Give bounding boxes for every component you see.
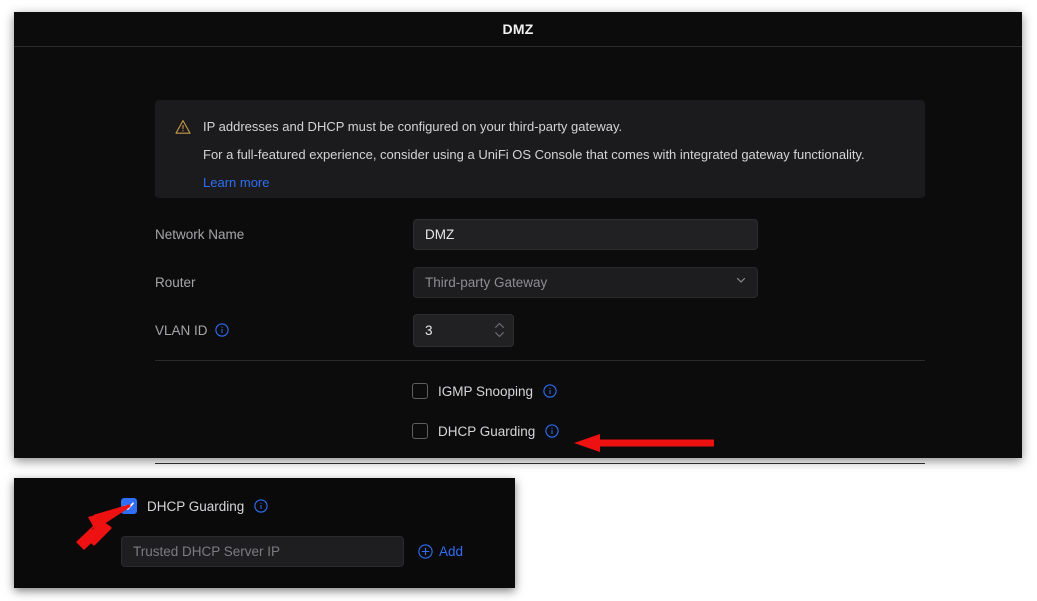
- chevron-down-icon: [495, 332, 504, 338]
- panel-header: DMZ: [14, 12, 1022, 47]
- inset-dhcp-guarding-label: DHCP Guarding: [147, 498, 245, 514]
- router-row: Router Third-party Gateway: [155, 266, 925, 298]
- dhcp-guarding-label: DHCP Guarding: [438, 423, 536, 439]
- dhcp-guarding-expanded-inset: DHCP Guarding Add: [14, 478, 515, 588]
- network-name-row: Network Name: [155, 218, 925, 250]
- section-divider-top: [155, 360, 925, 361]
- vlan-id-value: 3: [425, 322, 433, 338]
- dhcp-guarding-checkbox[interactable]: [412, 423, 428, 439]
- warning-line-2: For a full-featured experience, consider…: [203, 147, 865, 162]
- add-button-label: Add: [439, 544, 464, 559]
- igmp-snooping-label: IGMP Snooping: [438, 383, 534, 399]
- annotation-arrow-icon: [574, 432, 714, 454]
- section-divider-bottom: [155, 463, 925, 464]
- inset-dhcp-guarding-row[interactable]: DHCP Guarding: [121, 498, 268, 514]
- router-selected-value: Third-party Gateway: [425, 274, 548, 290]
- router-select[interactable]: Third-party Gateway: [413, 266, 758, 298]
- igmp-snooping-checkbox[interactable]: [412, 383, 428, 399]
- chevron-down-icon: [735, 273, 747, 291]
- learn-more-link[interactable]: Learn more: [203, 174, 269, 191]
- trusted-dhcp-server-row: Add: [121, 536, 463, 567]
- igmp-snooping-row[interactable]: IGMP Snooping: [412, 383, 557, 399]
- plus-circle-icon: [418, 544, 433, 559]
- warning-triangle-icon: [175, 119, 191, 135]
- vlan-id-stepper[interactable]: 3: [413, 313, 514, 347]
- network-name-label: Network Name: [155, 226, 245, 242]
- dhcp-guarding-row[interactable]: DHCP Guarding: [412, 423, 559, 439]
- info-icon[interactable]: [545, 424, 559, 438]
- trusted-dhcp-server-ip-input[interactable]: [121, 536, 404, 567]
- vlan-id-row: VLAN ID 3: [155, 313, 925, 347]
- warning-banner: IP addresses and DHCP must be configured…: [155, 100, 925, 198]
- info-icon[interactable]: [214, 323, 229, 337]
- inset-dhcp-guarding-checkbox[interactable]: [121, 498, 137, 514]
- page-title: DMZ: [502, 21, 534, 37]
- dmz-settings-panel: DMZ IP addresses and DHCP must be config…: [14, 12, 1022, 464]
- chevron-up-icon: [495, 322, 504, 328]
- info-icon[interactable]: [543, 384, 557, 398]
- vlan-id-label: VLAN ID: [155, 323, 413, 338]
- network-name-input[interactable]: [413, 218, 758, 250]
- panel-body: IP addresses and DHCP must be configured…: [14, 47, 1022, 464]
- router-label: Router: [155, 274, 196, 290]
- warning-line-1: IP addresses and DHCP must be configured…: [203, 119, 623, 134]
- vlan-id-label-text: VLAN ID: [155, 322, 208, 338]
- add-trusted-server-button[interactable]: Add: [418, 544, 463, 559]
- info-icon[interactable]: [254, 499, 268, 513]
- stepper-arrows[interactable]: [494, 322, 505, 338]
